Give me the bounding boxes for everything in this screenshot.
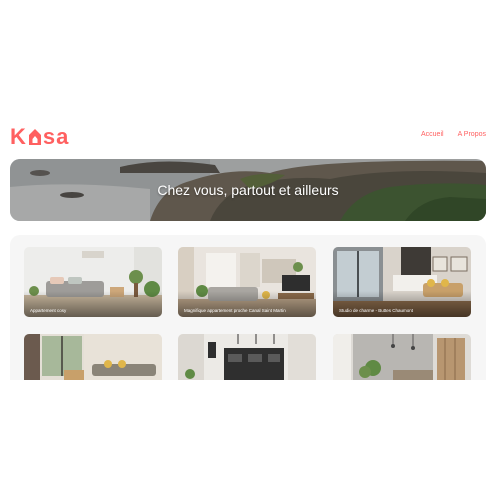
site-header: K sa Accueil A Propos — [10, 122, 490, 152]
rental-card[interactable]: Magnifique appartement proche Canal Sain… — [178, 247, 316, 317]
rental-card[interactable] — [24, 334, 162, 380]
rental-card-image — [333, 247, 471, 317]
rental-card-image — [178, 334, 316, 380]
rentals-gallery: Appartement cosy Magnifique appartement … — [10, 235, 486, 380]
kasa-logo[interactable]: K sa — [10, 122, 69, 152]
rental-card-image — [333, 334, 471, 380]
logo-letter-k: K — [10, 124, 27, 149]
nav-link-a-propos[interactable]: A Propos — [458, 131, 486, 138]
page: K sa Accueil A Propos Chez vous, partout… — [0, 0, 500, 500]
rental-card[interactable]: Appartement cosy — [24, 247, 162, 317]
hero-banner: Chez vous, partout et ailleurs — [10, 159, 486, 221]
banner-title: Chez vous, partout et ailleurs — [157, 182, 339, 198]
rental-card-title: Studio de charme - Buttes Chaumont — [339, 308, 414, 313]
rental-card-image — [178, 247, 316, 317]
house-icon — [28, 129, 41, 145]
logo-letters-sa: sa — [42, 124, 70, 149]
rental-card-title: Appartement cosy — [30, 308, 67, 313]
main-nav: Accueil A Propos — [421, 131, 486, 138]
rental-card[interactable]: Studio de charme - Buttes Chaumont — [333, 247, 471, 317]
rental-card-title: Magnifique appartement proche Canal Sain… — [184, 308, 286, 313]
rental-card[interactable] — [333, 334, 471, 380]
nav-link-accueil[interactable]: Accueil — [421, 131, 444, 138]
rental-card-image — [24, 334, 162, 380]
rental-card-image — [24, 247, 162, 317]
rental-card[interactable] — [178, 334, 316, 380]
